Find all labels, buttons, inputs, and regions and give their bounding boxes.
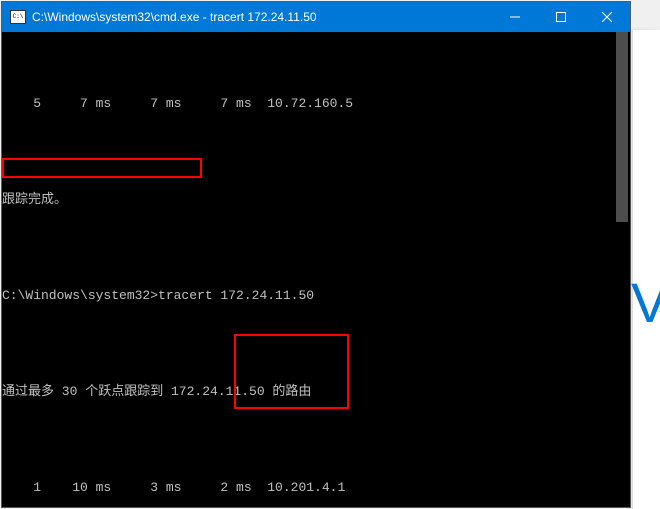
scrollbar[interactable] [614,32,630,507]
output-line [2,432,630,448]
hop-line: 1 10 ms 3 ms 2 ms 10.201.4.1 [2,480,630,496]
highlight-box-1 [2,158,202,178]
side-panel: V [632,30,660,509]
output-line: 5 7 ms 7 ms 7 ms 10.72.160.5 [2,96,630,112]
maximize-button[interactable] [538,2,584,32]
prompt-line: C:\Windows\system32>tracert 172.24.11.50 [2,288,630,304]
window-title: C:\Windows\system32\cmd.exe - tracert 17… [32,10,492,24]
window-controls [492,2,630,32]
cmd-window: C:\Windows\system32\cmd.exe - tracert 17… [1,1,631,508]
cmd-icon [10,10,26,24]
output-line [2,144,630,160]
minimize-button[interactable] [492,2,538,32]
terminal[interactable]: 5 7 ms 7 ms 7 ms 10.72.160.5 跟踪完成。 C:\Wi… [2,32,630,507]
scrollbar-thumb[interactable] [616,32,628,222]
close-button[interactable] [584,2,630,32]
titlebar[interactable]: C:\Windows\system32\cmd.exe - tracert 17… [2,2,630,32]
terminal-content: 5 7 ms 7 ms 7 ms 10.72.160.5 跟踪完成。 C:\Wi… [2,64,630,507]
output-line [2,240,630,256]
output-line: 跟踪完成。 [2,192,630,208]
output-line [2,336,630,352]
side-letter: V [631,270,660,335]
output-line: 通过最多 30 个跃点跟踪到 172.24.11.50 的路由 [2,384,630,400]
